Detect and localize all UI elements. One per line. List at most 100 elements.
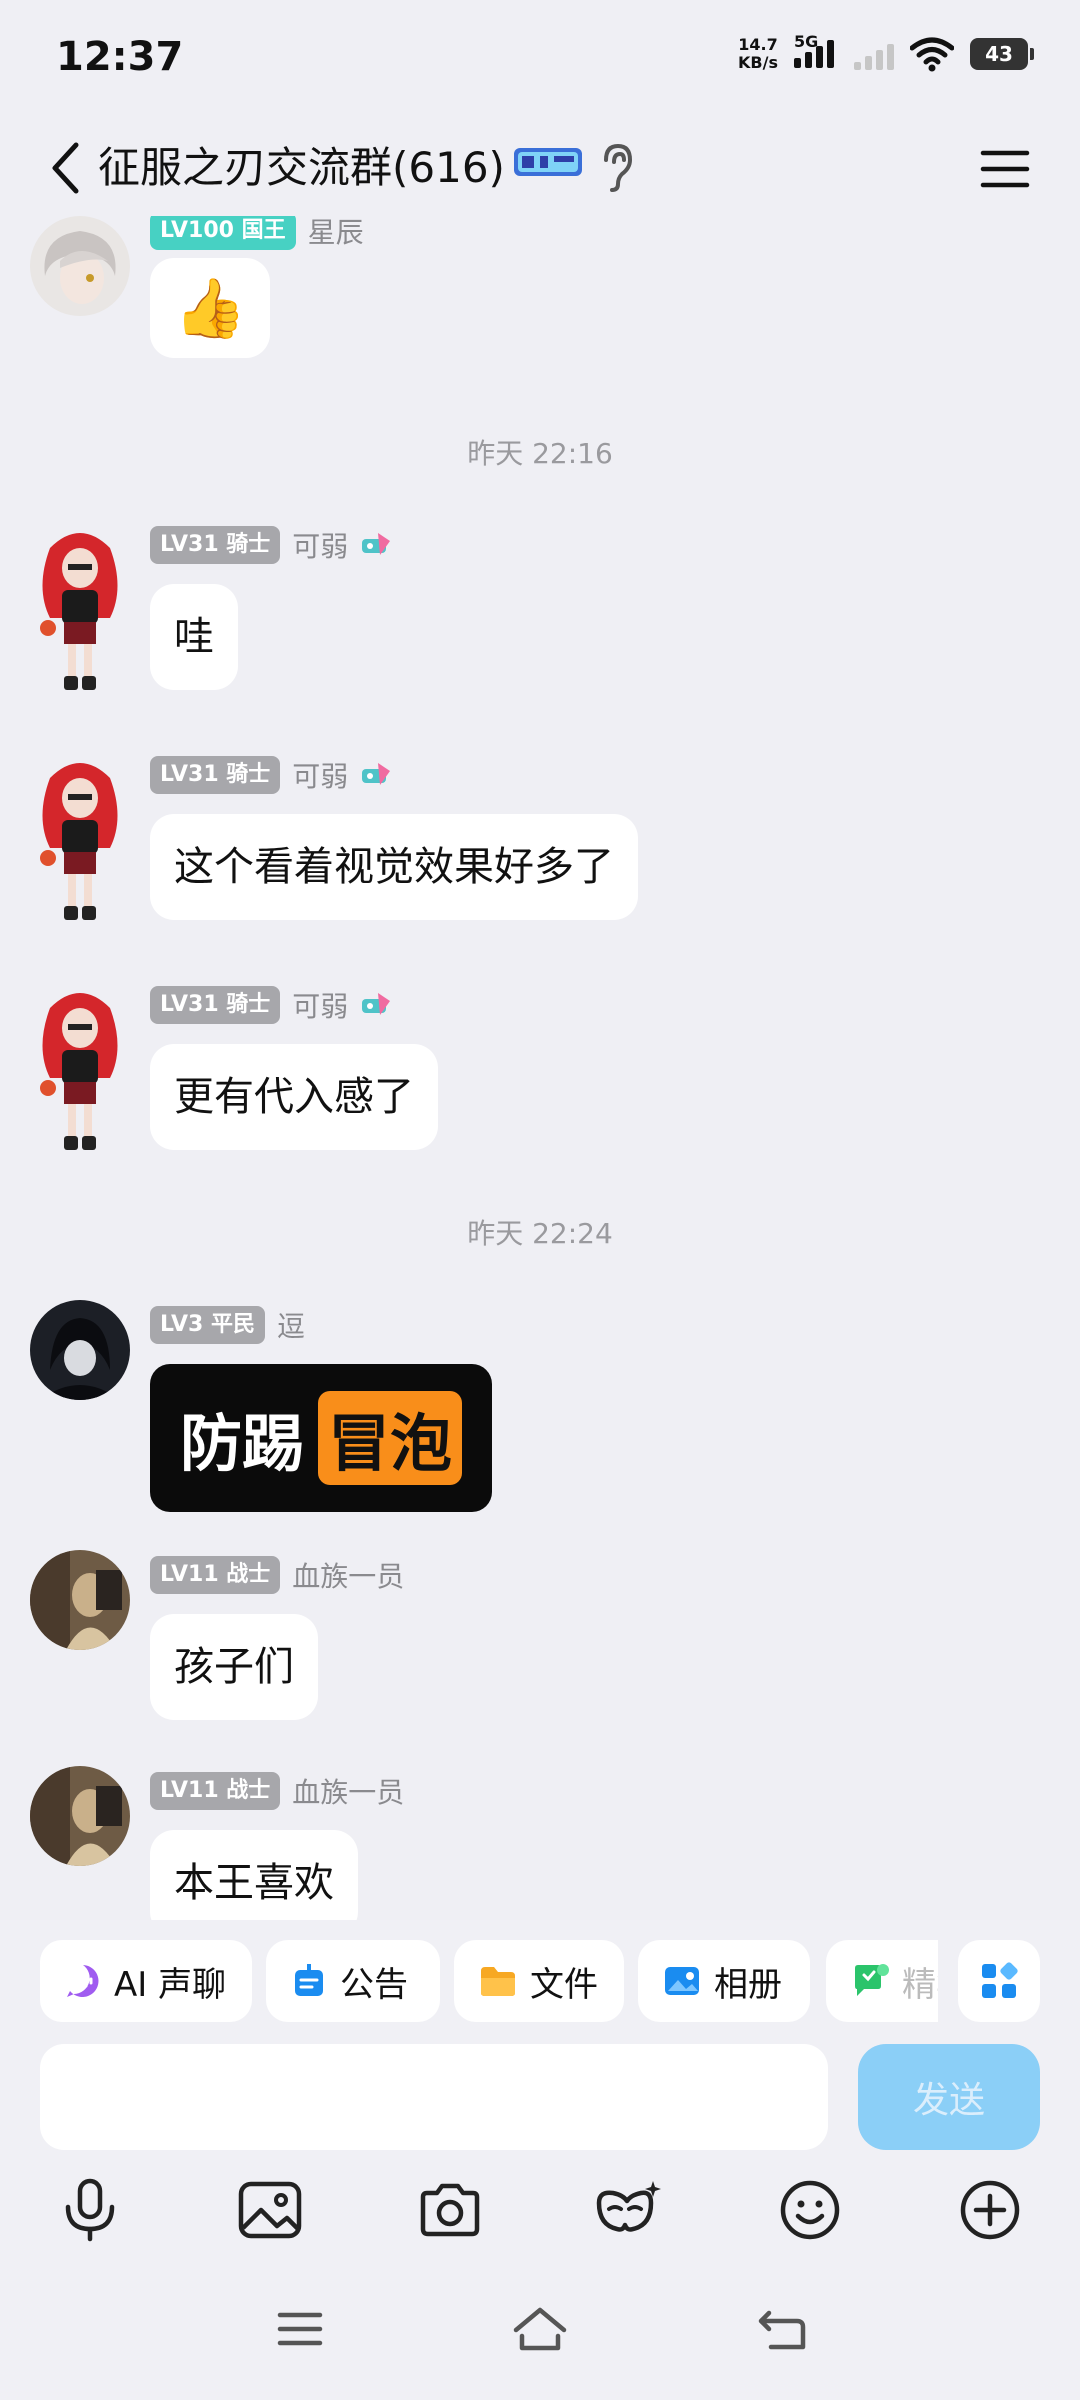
sender-name[interactable]: 血族一员 xyxy=(292,1555,404,1595)
level-badge: LV100 国王 xyxy=(150,216,296,250)
battery-level: 43 xyxy=(985,42,1013,66)
secondary-signal-icon xyxy=(854,38,894,70)
message-bubble[interactable]: 👍 xyxy=(150,258,271,358)
message-bubble[interactable]: 孩子们 xyxy=(150,1614,318,1720)
avatar[interactable] xyxy=(30,1766,130,1866)
avatar[interactable] xyxy=(30,216,130,316)
level-badge: LV11 战士 xyxy=(150,1772,281,1810)
sticker-text-right: 冒泡 xyxy=(318,1391,463,1485)
album-button[interactable]: 相册 xyxy=(638,1940,810,2022)
avatar[interactable] xyxy=(30,518,130,698)
message-text: 哇 xyxy=(174,614,214,660)
message-text: 本王喜欢 xyxy=(174,1860,334,1906)
sender-name[interactable]: 血族一员 xyxy=(292,1771,404,1811)
chevron-left-icon xyxy=(52,142,79,194)
announcement-label: 公告 xyxy=(340,1964,408,2005)
avatar[interactable] xyxy=(30,978,130,1158)
timestamp: 昨天 22:24 xyxy=(467,1217,613,1250)
essence-button[interactable]: 精华 xyxy=(826,1940,938,2022)
sender-name[interactable]: 可弱 xyxy=(292,985,348,1025)
network-type: 5G xyxy=(794,32,819,51)
group-badge-icon xyxy=(514,148,582,176)
ai-voice-label: AI 声聊 xyxy=(114,1964,227,2005)
essence-icon xyxy=(855,1964,889,1996)
files-button[interactable]: 文件 xyxy=(454,1940,624,2022)
return-icon xyxy=(758,2310,806,2350)
sender-meta: LV11 战士 血族一员 xyxy=(150,1770,404,1812)
camera-button[interactable] xyxy=(410,2170,490,2250)
microphone-icon xyxy=(65,2178,115,2242)
member-title-icon xyxy=(362,533,391,555)
announcement-icon xyxy=(295,1964,323,1996)
avatar[interactable] xyxy=(30,1550,130,1650)
message-list[interactable]: LV100 国王 星辰 👍 昨天 22:16 LV31 骑士 可弱 哇 LV31… xyxy=(0,216,1080,1920)
level-badge: LV31 骑士 xyxy=(150,526,281,564)
mask-sparkle-icon xyxy=(596,2181,661,2232)
message-bubble[interactable]: 本王喜欢 xyxy=(150,1830,358,1920)
album-icon xyxy=(665,1967,699,1995)
more-button[interactable] xyxy=(950,2170,1030,2250)
group-menu-button[interactable] xyxy=(970,134,1040,204)
level-badge: LV3 平民 xyxy=(150,1306,265,1344)
album-label: 相册 xyxy=(714,1964,782,2005)
composer: 发送 xyxy=(0,2040,1080,2160)
wifi-icon xyxy=(910,37,954,72)
back-button[interactable] xyxy=(30,128,100,208)
essence-label: 精华 xyxy=(902,1964,938,2005)
emoji-button[interactable] xyxy=(770,2170,850,2250)
send-button[interactable]: 发送 xyxy=(858,2044,1040,2150)
group-title[interactable]: 征服之刃交流群(616) xyxy=(98,130,505,206)
announcement-button[interactable]: 公告 xyxy=(266,1940,440,2022)
network-speed-unit: KB/s xyxy=(738,53,778,72)
message-bubble[interactable]: 哇 xyxy=(150,584,238,690)
home-button[interactable] xyxy=(500,2294,580,2364)
thumbs-up-emoji: 👍 xyxy=(174,274,247,342)
recent-apps-button[interactable] xyxy=(260,2294,340,2364)
sender-name[interactable]: 星辰 xyxy=(308,216,364,251)
level-badge: LV31 骑士 xyxy=(150,986,281,1024)
plus-circle-icon xyxy=(960,2180,1020,2240)
sticker-text-left: 防踢 xyxy=(179,1407,304,1480)
sender-name[interactable]: 逗 xyxy=(277,1305,305,1345)
smiley-icon xyxy=(780,2180,840,2240)
hamburger-menu-icon xyxy=(980,150,1030,188)
gallery-button[interactable] xyxy=(230,2170,310,2250)
sender-meta: LV3 平民 逗 xyxy=(150,1304,305,1346)
folder-icon xyxy=(481,1967,515,1996)
more-apps-button[interactable] xyxy=(958,1940,1040,2022)
sticker-image[interactable]: 防踢 冒泡 xyxy=(150,1364,492,1512)
message-bubble[interactable]: 这个看着视觉效果好多了 xyxy=(150,814,638,920)
sender-name[interactable]: 可弱 xyxy=(292,525,348,565)
sender-meta: LV100 国王 星辰 xyxy=(150,216,364,252)
network-speed-value: 14.7 xyxy=(738,35,778,54)
avatar[interactable] xyxy=(30,1300,130,1400)
status-bar: 12:37 14.7 KB/s 5G 43 xyxy=(0,0,1080,120)
avatar[interactable] xyxy=(30,748,130,928)
message-input[interactable] xyxy=(40,2044,828,2150)
apps-grid-icon xyxy=(982,1962,1018,1998)
quick-tools-bar[interactable]: AI 声聊 公告 文件 相册 精华 xyxy=(0,1920,1080,2040)
timestamp: 昨天 22:16 xyxy=(467,437,613,470)
member-title-icon xyxy=(362,993,391,1015)
sender-meta: LV11 战士 血族一员 xyxy=(150,1554,404,1596)
message-text: 这个看着视觉效果好多了 xyxy=(174,844,614,890)
sender-meta: LV31 骑士 可弱 xyxy=(150,984,396,1026)
mask-button[interactable] xyxy=(588,2170,668,2250)
ai-voice-chat-button[interactable]: AI 声聊 xyxy=(40,1940,252,2022)
ai-voice-icon xyxy=(67,1965,99,1997)
files-label: 文件 xyxy=(530,1964,598,2005)
member-title-icon xyxy=(362,763,391,785)
chat-header: 征服之刃交流群(616) xyxy=(0,120,1080,216)
menu-lines-icon xyxy=(277,2312,323,2346)
battery-icon: 43 xyxy=(970,38,1034,70)
voice-button[interactable] xyxy=(50,2170,130,2250)
back-nav-button[interactable] xyxy=(742,2294,822,2364)
message-bubble[interactable]: 更有代入感了 xyxy=(150,1044,438,1150)
sender-name[interactable]: 可弱 xyxy=(292,755,348,795)
composer-actions xyxy=(0,2160,1080,2260)
ear-icon[interactable] xyxy=(596,138,636,194)
message-text: 孩子们 xyxy=(174,1644,294,1690)
message-text: 更有代入感了 xyxy=(174,1074,414,1120)
home-icon xyxy=(513,2307,567,2351)
level-badge: LV11 战士 xyxy=(150,1556,281,1594)
